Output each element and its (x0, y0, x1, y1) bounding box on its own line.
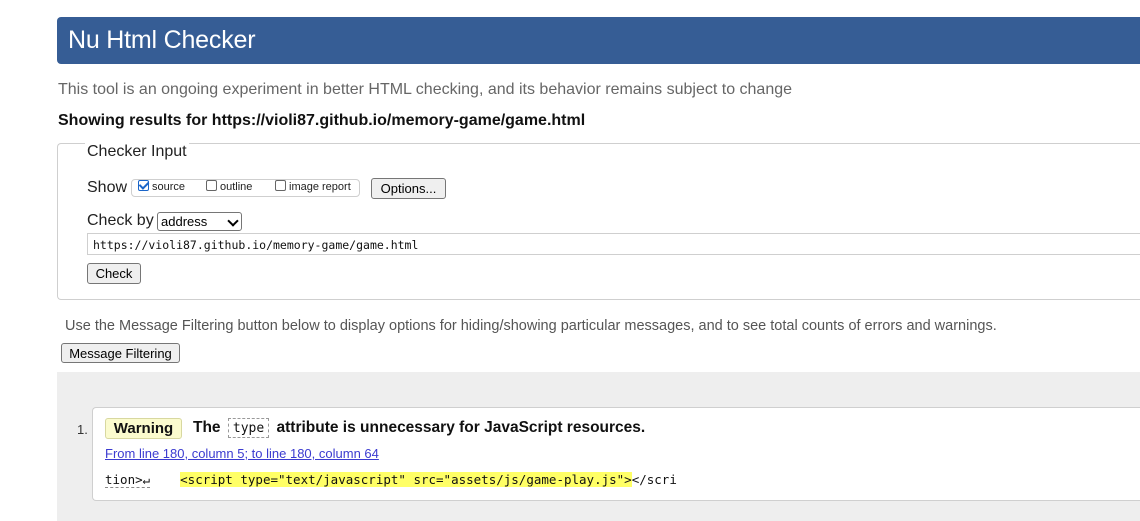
option-image-report[interactable]: image report (275, 180, 351, 193)
url-input[interactable]: https://violi87.github.io/memory-game/ga… (87, 233, 1140, 255)
option-source[interactable]: source (138, 180, 185, 193)
option-source-label: source (152, 181, 186, 193)
message-text: The type attribute is unnecessary for Ja… (193, 418, 645, 438)
extract-prefix: tion>↵ (105, 472, 151, 488)
checker-input-legend: Checker Input (85, 143, 189, 161)
option-image-report-label: image report (289, 181, 351, 193)
attribute-code: type (227, 418, 270, 438)
header-bar: Nu Html Checker (57, 17, 1140, 64)
show-options-group: source outline image report (131, 179, 360, 197)
check-by-label: Check by (87, 212, 154, 229)
option-outline[interactable]: outline (206, 180, 252, 193)
extract-highlight: <script type="text/javascript" src="asse… (180, 472, 632, 487)
warning-badge: Warning (105, 418, 182, 439)
extract-suffix: </scri (631, 472, 677, 487)
message-filtering-help: Use the Message Filtering button below t… (65, 318, 997, 334)
check-by-selected-value: address (161, 214, 208, 229)
check-button[interactable]: Check (87, 263, 141, 284)
show-label: Show (87, 179, 128, 196)
options-button[interactable]: Options... (371, 178, 446, 199)
code-extract: tion>↵ <script type="text/javascript" src… (105, 472, 677, 488)
message-location-link[interactable]: From line 180, column 5; to line 180, co… (105, 446, 379, 461)
intro-text: This tool is an ongoing experiment in be… (58, 81, 793, 98)
results-for-heading: Showing results for https://violi87.gith… (58, 112, 586, 129)
page-title: Nu Html Checker (68, 26, 256, 54)
outline-checkbox[interactable] (206, 180, 217, 191)
option-outline-label: outline (220, 181, 253, 193)
message-text-after: attribute is unnecessary for JavaScript … (276, 419, 646, 436)
check-by-select[interactable]: address (157, 212, 242, 231)
message-text-before: The (193, 419, 221, 436)
message-number: 1. (77, 422, 88, 437)
source-checkbox[interactable] (138, 180, 149, 191)
message-filtering-button[interactable]: Message Filtering (61, 343, 180, 363)
chevron-down-icon (227, 215, 239, 227)
image-report-checkbox[interactable] (275, 180, 286, 191)
page: Nu Html Checker This tool is an ongoing … (0, 0, 1140, 521)
